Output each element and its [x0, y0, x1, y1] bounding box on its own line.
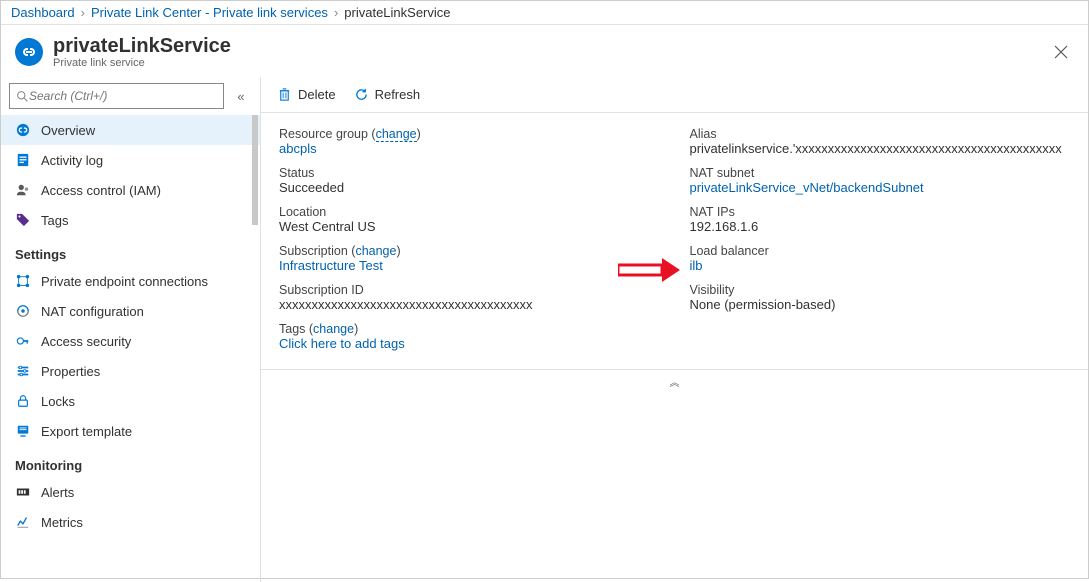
breadcrumb-current: privateLinkService [344, 5, 450, 20]
sidebar-section-monitoring: Monitoring [1, 446, 260, 477]
sidebar-item-access-security[interactable]: Access security [1, 326, 260, 356]
visibility-label: Visibility [690, 283, 1071, 297]
sidebar-item-alerts[interactable]: Alerts [1, 477, 260, 507]
subscription-change-link[interactable]: change [355, 244, 396, 258]
location-value: West Central US [279, 219, 660, 234]
alias-value: privatelinkservice.'xxxxxxxxxxxxxxxxxxxx… [690, 141, 1071, 156]
sidebar-item-iam[interactable]: Access control (IAM) [1, 175, 260, 205]
tags-add-link[interactable]: Click here to add tags [279, 336, 405, 351]
sidebar-item-export-template[interactable]: Export template [1, 416, 260, 446]
export-icon [15, 423, 31, 439]
status-label: Status [279, 166, 660, 180]
sidebar-item-label: NAT configuration [41, 304, 144, 319]
resource-group-value[interactable]: abcpls [279, 141, 317, 156]
page-title: privateLinkService [53, 35, 231, 57]
sidebar-item-label: Export template [41, 424, 132, 439]
search-icon [16, 90, 29, 103]
sidebar-item-label: Private endpoint connections [41, 274, 208, 289]
properties-panel: Resource group (change) abcpls Status Su… [261, 113, 1088, 369]
subscription-id-value: xxxxxxxxxxxxxxxxxxxxxxxxxxxxxxxxxxxxxxx [279, 297, 660, 312]
sidebar-item-label: Metrics [41, 515, 83, 530]
chevron-double-left-icon: « [237, 89, 244, 104]
chevron-right-icon: › [334, 5, 338, 20]
close-button[interactable] [1046, 41, 1076, 63]
location-label: Location [279, 205, 660, 219]
toolbar: Delete Refresh [261, 77, 1088, 113]
refresh-button[interactable]: Refresh [354, 87, 421, 102]
metrics-icon [15, 514, 31, 530]
sidebar-item-label: Overview [41, 123, 95, 138]
alias-label: Alias [690, 127, 1071, 141]
nat-ips-value: 192.168.1.6 [690, 219, 1071, 234]
endpoints-icon [15, 273, 31, 289]
scroll-indicator [252, 115, 258, 225]
close-icon [1054, 45, 1068, 59]
sidebar-item-label: Access security [41, 334, 131, 349]
load-balancer-label: Load balancer [690, 244, 1071, 258]
delete-button[interactable]: Delete [277, 87, 336, 102]
breadcrumb-center[interactable]: Private Link Center - Private link servi… [91, 5, 328, 20]
delete-icon [277, 87, 292, 102]
chevron-right-icon: › [81, 5, 85, 20]
privatelink-icon [15, 122, 31, 138]
page-subtitle: Private link service [53, 57, 231, 69]
sidebar-item-label: Properties [41, 364, 100, 379]
subscription-label: Subscription [279, 244, 348, 258]
resource-header: privateLinkService Private link service [1, 25, 1088, 77]
sidebar-item-tags[interactable]: Tags [1, 205, 260, 235]
collapse-sidebar-button[interactable]: « [230, 85, 252, 107]
properties-icon [15, 363, 31, 379]
activity-log-icon [15, 152, 31, 168]
nat-subnet-label: NAT subnet [690, 166, 1071, 180]
alerts-icon [15, 484, 31, 500]
iam-icon [15, 182, 31, 198]
sidebar-menu: Overview Activity log Access control (IA… [1, 115, 260, 537]
sidebar-item-label: Locks [41, 394, 75, 409]
sidebar-item-label: Alerts [41, 485, 74, 500]
refresh-label: Refresh [375, 87, 421, 102]
delete-label: Delete [298, 87, 336, 102]
status-value: Succeeded [279, 180, 660, 195]
refresh-icon [354, 87, 369, 102]
sidebar-section-settings: Settings [1, 235, 260, 266]
sidebar-item-properties[interactable]: Properties [1, 356, 260, 386]
tags-icon [15, 212, 31, 228]
sidebar-item-activity-log[interactable]: Activity log [1, 145, 260, 175]
lock-icon [15, 393, 31, 409]
main-content: Delete Refresh Resource group (change) a… [261, 77, 1088, 582]
collapse-panel-button[interactable]: ︽ [261, 369, 1088, 393]
privatelink-icon [15, 38, 43, 66]
breadcrumb: Dashboard › Private Link Center - Privat… [1, 1, 1088, 25]
tags-label: Tags [279, 322, 305, 336]
nat-ips-label: NAT IPs [690, 205, 1071, 219]
subscription-value[interactable]: Infrastructure Test [279, 258, 383, 273]
security-icon [15, 333, 31, 349]
sidebar-item-nat-config[interactable]: NAT configuration [1, 296, 260, 326]
nat-icon [15, 303, 31, 319]
search-box[interactable] [9, 83, 224, 109]
resource-group-label: Resource group [279, 127, 368, 141]
nat-subnet-value[interactable]: privateLinkService_vNet/backendSubnet [690, 180, 924, 195]
load-balancer-value[interactable]: ilb [690, 258, 703, 273]
sidebar-item-metrics[interactable]: Metrics [1, 507, 260, 537]
subscription-id-label: Subscription ID [279, 283, 660, 297]
annotation-arrow-icon [618, 258, 680, 282]
sidebar-item-locks[interactable]: Locks [1, 386, 260, 416]
sidebar-item-overview[interactable]: Overview [1, 115, 260, 145]
breadcrumb-dashboard[interactable]: Dashboard [11, 5, 75, 20]
sidebar-item-private-endpoints[interactable]: Private endpoint connections [1, 266, 260, 296]
chevron-up-icon: ︽ [670, 378, 680, 389]
sidebar-item-label: Activity log [41, 153, 103, 168]
search-input[interactable] [29, 89, 217, 103]
sidebar-item-label: Access control (IAM) [41, 183, 161, 198]
resource-group-change-link[interactable]: change [376, 127, 417, 142]
sidebar-item-label: Tags [41, 213, 68, 228]
sidebar: « Overview Activity log Access control (… [1, 77, 261, 582]
visibility-value: None (permission-based) [690, 297, 1071, 312]
tags-change-link[interactable]: change [313, 322, 354, 336]
